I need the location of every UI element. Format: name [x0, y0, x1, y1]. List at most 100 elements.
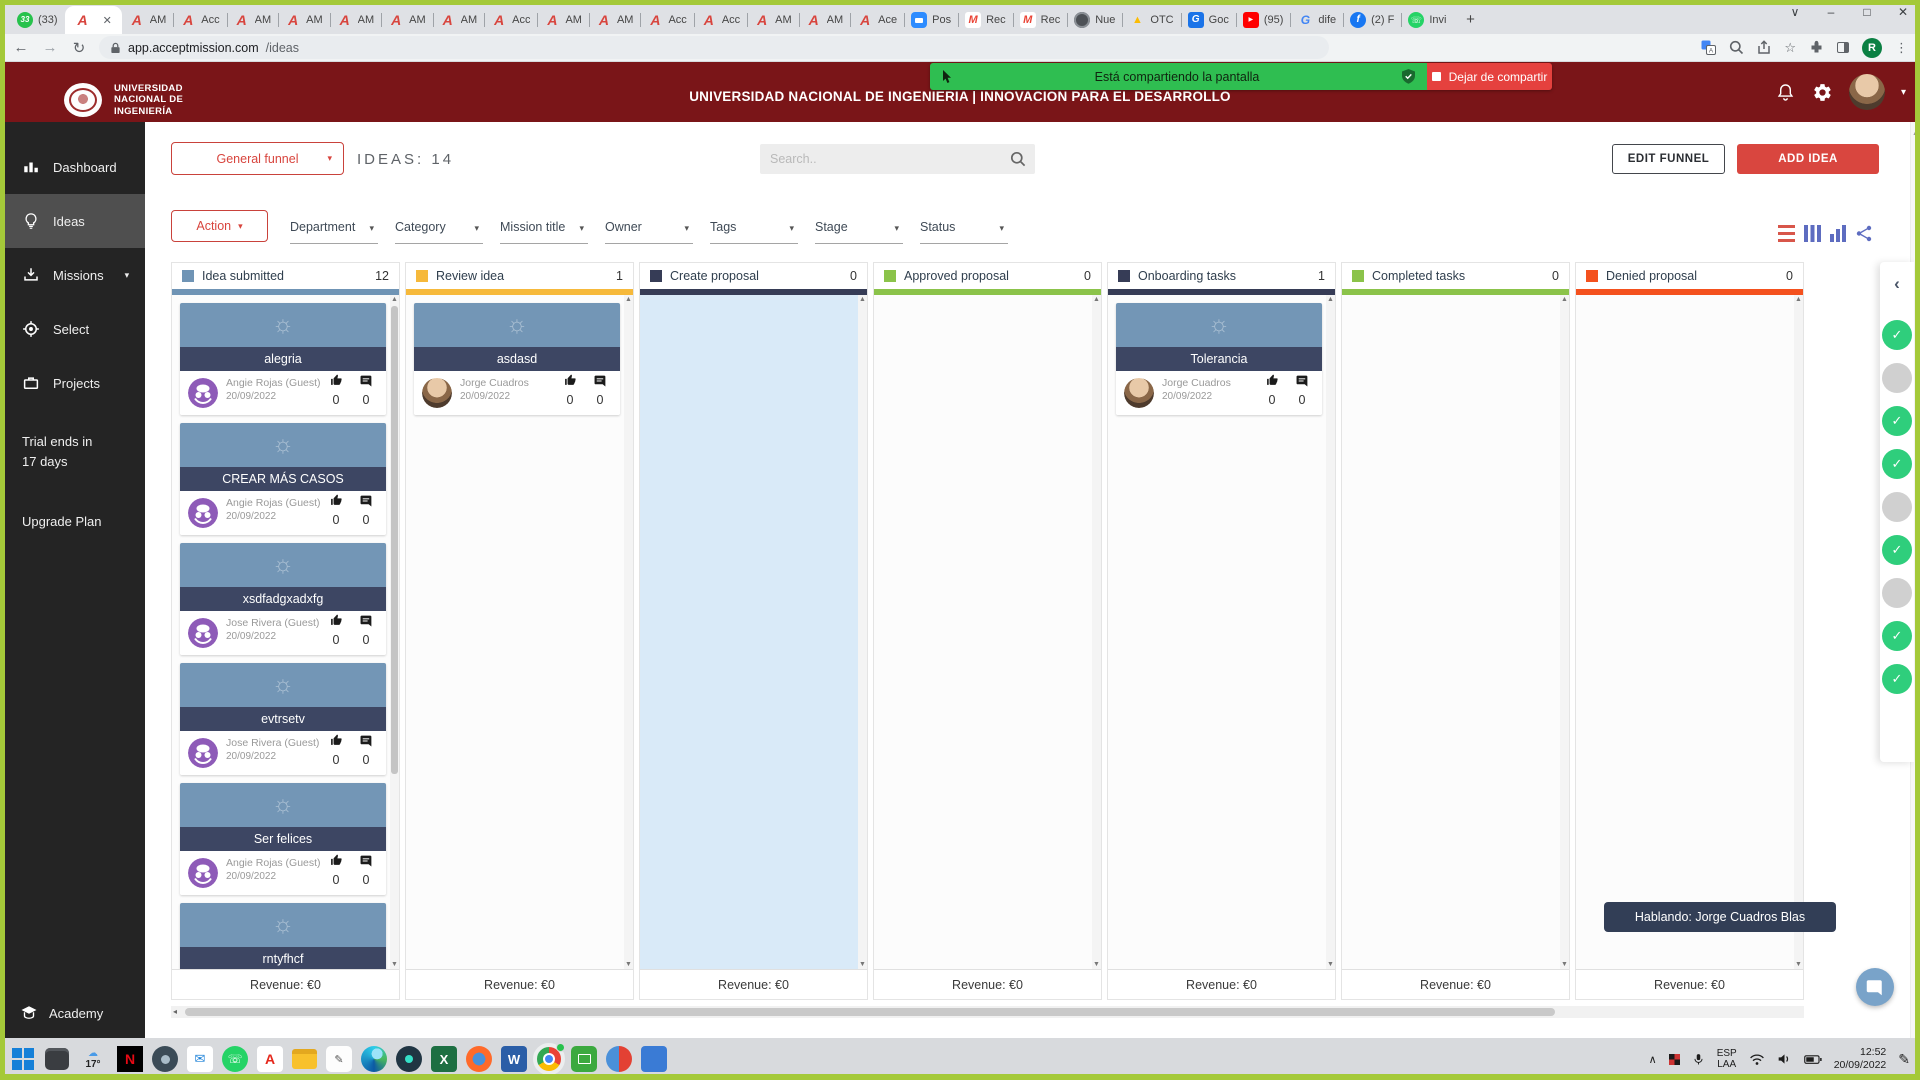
- new-tab-button[interactable]: +: [1458, 6, 1484, 32]
- sidebar-item-select[interactable]: Select: [0, 302, 145, 356]
- browser-tab[interactable]: G Goc: [1181, 6, 1236, 34]
- browser-tab[interactable]: A AM: [278, 6, 330, 34]
- action-dropdown[interactable]: Action ▾: [171, 210, 268, 242]
- browser-tab[interactable]: A AM: [537, 6, 589, 34]
- scroll-up-icon[interactable]: ▲: [858, 296, 867, 303]
- column-view-icon[interactable]: [1804, 225, 1821, 242]
- browser-tab[interactable]: M Rec: [958, 6, 1013, 34]
- horizontal-scrollbar[interactable]: ◂: [171, 1006, 1804, 1018]
- battery-icon[interactable]: [1804, 1054, 1822, 1065]
- likes-button[interactable]: 0: [324, 614, 348, 647]
- language-indicator[interactable]: ESPLAA: [1717, 1048, 1737, 1071]
- filter-select[interactable]: Category ▾: [395, 214, 483, 244]
- scroll-up-icon[interactable]: ▲: [390, 296, 399, 303]
- upgrade-plan-link[interactable]: Upgrade Plan: [22, 514, 102, 529]
- column-scrollbar[interactable]: ▲▼: [1794, 295, 1803, 969]
- scroll-up-icon[interactable]: ▲: [624, 296, 633, 303]
- taskbar-app-icon[interactable]: [571, 1046, 597, 1072]
- idea-card[interactable]: ☼ Ser felices Angie Rojas (Guest) 20/09/…: [180, 783, 386, 895]
- scroll-up-icon[interactable]: ▲: [1912, 130, 1919, 137]
- scroll-down-icon[interactable]: ▼: [1326, 961, 1335, 968]
- taskbar-app-icon[interactable]: N: [117, 1046, 143, 1072]
- tab-search-icon[interactable]: ∨: [1788, 5, 1802, 19]
- edit-funnel-button[interactable]: EDIT FUNNEL: [1612, 144, 1725, 174]
- comments-button[interactable]: 0: [588, 374, 612, 407]
- comments-button[interactable]: 0: [354, 374, 378, 407]
- filter-select[interactable]: Mission title ▾: [500, 214, 588, 244]
- settings-gear-icon[interactable]: [1812, 82, 1833, 103]
- taskbar-app-icon[interactable]: [152, 1046, 178, 1072]
- hidden-icons-chevron[interactable]: ∧: [1649, 1053, 1657, 1066]
- user-avatar[interactable]: [1849, 74, 1885, 110]
- filter-select[interactable]: Stage ▾: [815, 214, 903, 244]
- taskbar-app-icon[interactable]: [45, 1048, 69, 1070]
- browser-tab[interactable]: A Acc: [173, 6, 226, 34]
- filter-select[interactable]: Status ▾: [920, 214, 1008, 244]
- comments-button[interactable]: 0: [1290, 374, 1314, 407]
- taskbar-app-icon[interactable]: ☏: [222, 1046, 248, 1072]
- add-idea-button[interactable]: ADD IDEA: [1737, 144, 1879, 174]
- browser-tab[interactable]: Pos: [904, 6, 958, 34]
- browser-tab[interactable]: A AM: [227, 6, 279, 34]
- scroll-up-icon[interactable]: ▲: [1092, 296, 1101, 303]
- menu-kebab-icon[interactable]: ⋮: [1895, 40, 1908, 56]
- task-status-circle[interactable]: [1882, 492, 1912, 522]
- scroll-up-icon[interactable]: ▲: [1794, 296, 1803, 303]
- taskbar-app-icon[interactable]: X: [431, 1046, 457, 1072]
- browser-tab[interactable]: ☏ Invi: [1401, 6, 1453, 34]
- column-scrollbar[interactable]: ▲▼: [624, 295, 633, 969]
- comments-button[interactable]: 0: [354, 494, 378, 527]
- taskbar-app-icon[interactable]: [10, 1046, 36, 1072]
- taskbar-app-icon[interactable]: [641, 1046, 667, 1072]
- task-status-circle[interactable]: [1882, 449, 1912, 479]
- likes-button[interactable]: 0: [324, 854, 348, 887]
- wifi-icon[interactable]: [1749, 1053, 1765, 1066]
- search-input[interactable]: [760, 152, 1010, 166]
- sidebar-item-missions[interactable]: Missions ▾: [0, 248, 145, 302]
- tab-close-icon[interactable]: ✕: [103, 14, 112, 27]
- translate-icon[interactable]: A: [1701, 40, 1716, 55]
- idea-card[interactable]: ☼ evtrsetv Jose Rivera (Guest) 20/09/202…: [180, 663, 386, 775]
- notifications-bell-icon[interactable]: [1775, 81, 1796, 103]
- browser-tab[interactable]: A Acc: [484, 6, 537, 34]
- chart-view-icon[interactable]: [1830, 225, 1847, 242]
- forward-icon[interactable]: →: [41, 39, 59, 56]
- scroll-up-icon[interactable]: ▲: [1326, 296, 1335, 303]
- reload-icon[interactable]: ↻: [70, 39, 88, 57]
- scroll-left-icon[interactable]: ◂: [173, 1007, 177, 1016]
- task-status-circle[interactable]: [1882, 406, 1912, 436]
- browser-tab[interactable]: A AM: [122, 6, 174, 34]
- scroll-down-icon[interactable]: ▼: [1794, 961, 1803, 968]
- scroll-down-icon[interactable]: ▼: [624, 961, 633, 968]
- idea-card[interactable]: ☼ CREAR MÁS CASOS Angie Rojas (Guest) 20…: [180, 423, 386, 535]
- taskbar-app-icon[interactable]: A: [257, 1046, 283, 1072]
- taskbar-app-icon[interactable]: 17°: [78, 1046, 108, 1072]
- sidebar-item-projects[interactable]: Projects: [0, 356, 145, 410]
- comments-button[interactable]: 0: [354, 854, 378, 887]
- bookmark-star-icon[interactable]: ☆: [1784, 40, 1796, 56]
- likes-button[interactable]: 0: [558, 374, 582, 407]
- scroll-down-icon[interactable]: ▼: [1560, 961, 1569, 968]
- likes-button[interactable]: 0: [324, 734, 348, 767]
- zoom-icon[interactable]: [1729, 40, 1744, 55]
- browser-tab[interactable]: A AM: [381, 6, 433, 34]
- browser-tab[interactable]: f (2) F: [1343, 6, 1401, 34]
- likes-button[interactable]: 0: [1260, 374, 1284, 407]
- likes-button[interactable]: 0: [324, 374, 348, 407]
- browser-tab[interactable]: M Rec: [1013, 6, 1068, 34]
- extensions-puzzle-icon[interactable]: [1809, 40, 1824, 55]
- likes-button[interactable]: 0: [324, 494, 348, 527]
- taskbar-app-icon[interactable]: [536, 1046, 562, 1072]
- task-status-circle[interactable]: [1882, 320, 1912, 350]
- idea-card[interactable]: ☼ asdasd Jorge Cuadros 20/09/2022 0 0: [414, 303, 620, 415]
- scroll-down-icon[interactable]: ▼: [858, 961, 867, 968]
- volume-icon[interactable]: [1777, 1052, 1792, 1066]
- filter-select[interactable]: Department ▾: [290, 214, 378, 244]
- idea-card[interactable]: ☼ rntyfhcf Jose Rivera (Guest) 20/09/202…: [180, 903, 386, 969]
- column-scrollbar[interactable]: ▲▼: [390, 295, 399, 969]
- scrollbar-thumb[interactable]: [391, 306, 398, 774]
- chevron-down-icon[interactable]: ▾: [1901, 87, 1906, 98]
- microphone-icon[interactable]: [1692, 1051, 1705, 1068]
- browser-tab[interactable]: A Ace: [850, 6, 904, 34]
- taskbar-app-icon[interactable]: [466, 1046, 492, 1072]
